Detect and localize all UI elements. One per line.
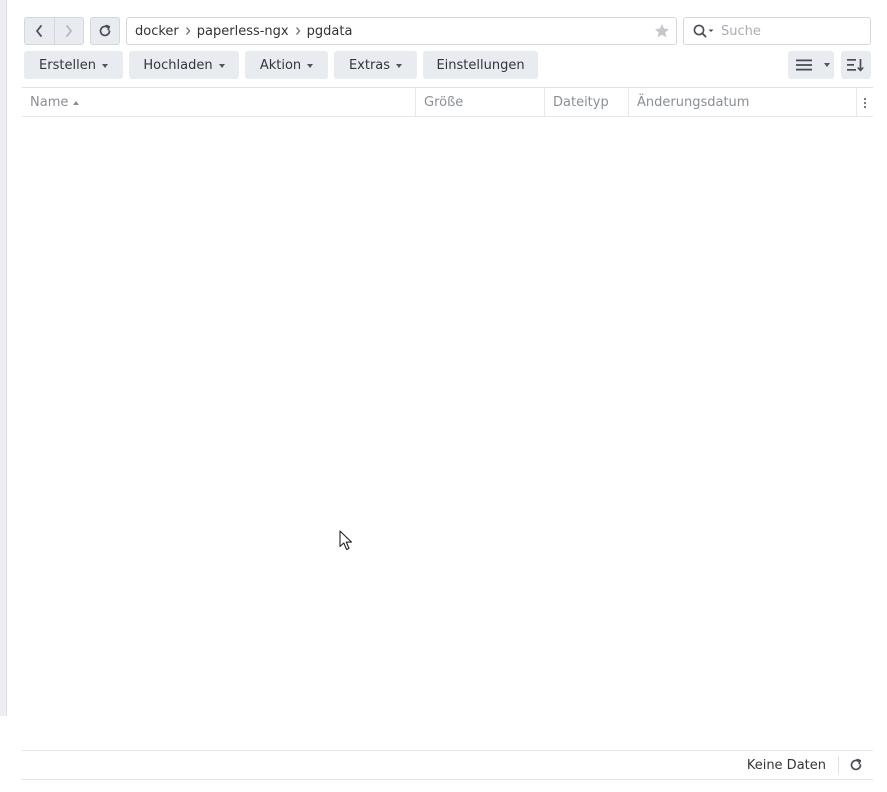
column-header-size-label: Größe bbox=[424, 95, 464, 110]
left-panel-edge bbox=[0, 0, 7, 716]
column-header-name[interactable]: Name bbox=[22, 88, 416, 117]
column-header-type-label: Dateityp bbox=[553, 95, 609, 110]
toolbar: Erstellen Hochladen Aktion Extras Einste… bbox=[24, 51, 871, 79]
path-bar[interactable]: docker paperless-ngx pgdata bbox=[126, 17, 677, 45]
more-vertical-icon bbox=[863, 97, 867, 108]
upload-button[interactable]: Hochladen bbox=[129, 51, 239, 79]
sort-icon bbox=[847, 59, 864, 72]
refresh-icon bbox=[850, 758, 862, 771]
list-view-button[interactable] bbox=[788, 51, 820, 79]
column-header-modified[interactable]: Änderungsdatum bbox=[629, 88, 857, 117]
file-list-area[interactable] bbox=[22, 117, 873, 750]
breadcrumb-separator-icon bbox=[295, 26, 301, 36]
sort-button[interactable] bbox=[841, 51, 871, 79]
dropdown-caret-icon bbox=[101, 63, 108, 68]
view-mode-dropdown[interactable] bbox=[820, 51, 834, 79]
list-view-icon bbox=[796, 59, 812, 71]
status-refresh-button[interactable] bbox=[839, 751, 873, 779]
file-table-header: Name Größe Dateityp Änderungsdatum bbox=[22, 87, 873, 117]
breadcrumb-docker[interactable]: docker bbox=[135, 24, 179, 39]
status-text: Keine Daten bbox=[746, 757, 826, 773]
breadcrumb-pgdata[interactable]: pgdata bbox=[307, 24, 353, 39]
status-bar: Keine Daten bbox=[22, 750, 873, 780]
mouse-pointer-icon bbox=[339, 530, 353, 551]
breadcrumb-paperless-ngx[interactable]: paperless-ngx bbox=[197, 24, 289, 39]
action-button-label: Aktion bbox=[259, 57, 302, 73]
breadcrumb-separator-icon bbox=[185, 26, 191, 36]
extras-button-label: Extras bbox=[348, 57, 391, 73]
back-button[interactable] bbox=[25, 18, 54, 44]
settings-button[interactable]: Einstellungen bbox=[423, 51, 538, 79]
view-mode-selector bbox=[788, 51, 834, 79]
column-header-name-label: Name bbox=[30, 95, 69, 110]
search-icon[interactable] bbox=[693, 24, 715, 38]
search-box[interactable] bbox=[683, 17, 871, 45]
forward-button[interactable] bbox=[53, 18, 83, 44]
chevron-right-icon bbox=[66, 25, 72, 37]
dropdown-caret-icon bbox=[396, 63, 403, 68]
dropdown-caret-icon bbox=[824, 63, 830, 67]
history-nav bbox=[24, 17, 84, 45]
action-button[interactable]: Aktion bbox=[245, 51, 328, 79]
top-bar: docker paperless-ngx pgdata bbox=[24, 17, 871, 45]
column-header-modified-label: Änderungsdatum bbox=[637, 95, 750, 110]
dropdown-caret-icon bbox=[307, 63, 314, 68]
dropdown-caret-icon bbox=[218, 63, 225, 68]
create-button-label: Erstellen bbox=[39, 57, 96, 73]
upload-button-label: Hochladen bbox=[143, 57, 213, 73]
settings-button-label: Einstellungen bbox=[436, 57, 525, 73]
extras-button[interactable]: Extras bbox=[334, 51, 417, 79]
chevron-left-icon bbox=[36, 25, 43, 37]
sort-ascending-icon bbox=[73, 100, 80, 105]
search-input[interactable] bbox=[721, 23, 851, 39]
refresh-button[interactable] bbox=[90, 17, 120, 45]
create-button[interactable]: Erstellen bbox=[24, 51, 123, 79]
column-header-type[interactable]: Dateityp bbox=[545, 88, 629, 117]
column-header-size[interactable]: Größe bbox=[416, 88, 545, 117]
refresh-icon bbox=[99, 24, 111, 37]
star-icon[interactable] bbox=[654, 23, 670, 39]
column-menu-button[interactable] bbox=[857, 88, 873, 117]
